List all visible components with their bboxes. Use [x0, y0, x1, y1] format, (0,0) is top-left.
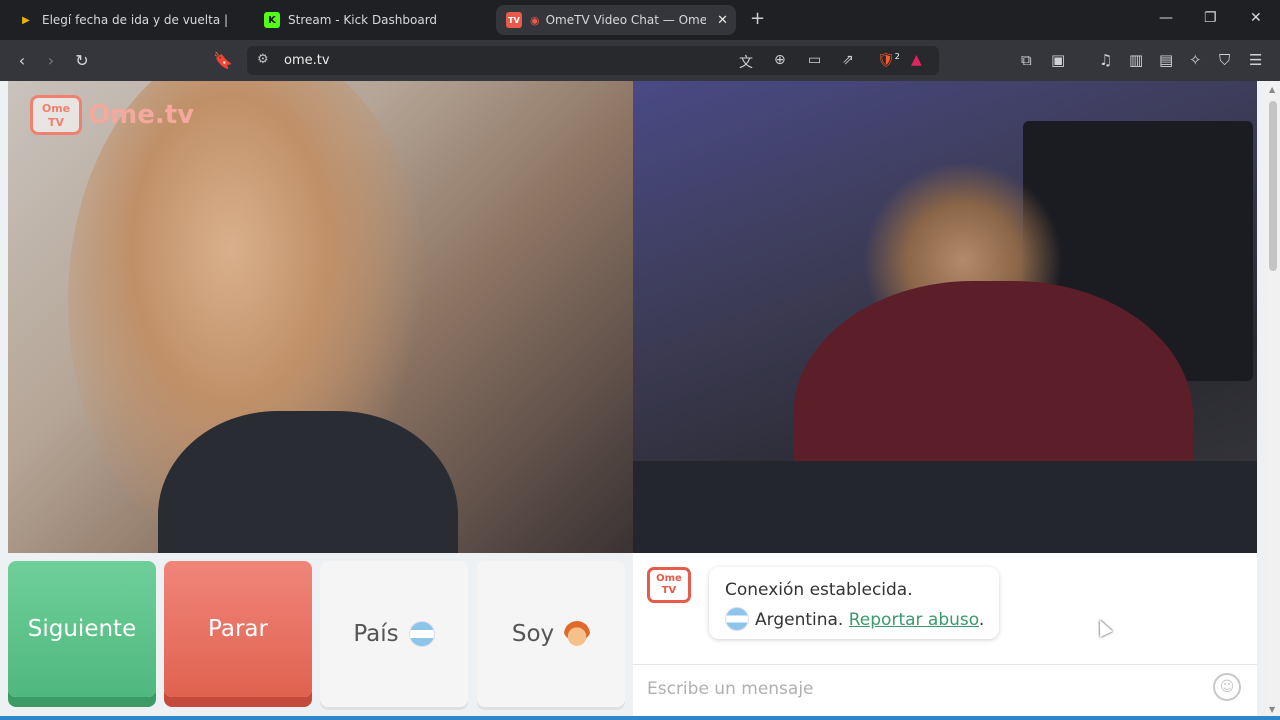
sidebar-icon[interactable]: ▥: [1129, 51, 1143, 69]
tab-title: OmeTV Video Chat — Omegle: [545, 13, 706, 27]
ometv-page: Ome TV Ome.tv Siguiente Parar País Soy Om…: [0, 81, 1280, 720]
scrollbar-thumb[interactable]: [1269, 101, 1277, 271]
desk-shape: [633, 461, 1257, 553]
page-scrollbar[interactable]: ▲ ▼: [1266, 81, 1280, 720]
tv-logo-line1: Ome: [41, 102, 71, 115]
stop-label: Parar: [208, 616, 268, 642]
chat-panel: Ome TV Conexión establecida. Argentina. R…: [633, 553, 1257, 720]
leo-ai-icon[interactable]: ✧: [1189, 51, 1202, 69]
cast-icon[interactable]: ▭: [808, 52, 821, 68]
media-icon[interactable]: ♫: [1099, 51, 1112, 69]
partner-video: Ome TV Ome.tv: [8, 81, 633, 553]
next-button[interactable]: Siguiente: [8, 561, 156, 697]
taskbar-edge: [0, 716, 1280, 720]
emoji-picker-icon[interactable]: ☺: [1213, 673, 1241, 701]
ometv-watermark: Ome TV Ome.tv: [30, 95, 194, 135]
chat-divider: [633, 664, 1257, 665]
site-settings-icon[interactable]: ⚙: [257, 52, 269, 67]
country-label: País: [353, 621, 399, 647]
gender-label: Soy: [511, 621, 555, 647]
url-text: ome.tv: [284, 53, 330, 68]
partner-shirt: [158, 411, 458, 553]
message-input[interactable]: [647, 677, 1187, 701]
tab-title: Stream - Kick Dashboard: [288, 13, 438, 27]
reload-icon[interactable]: ↻: [71, 49, 93, 71]
recording-icon: ◉: [530, 13, 540, 27]
share-icon[interactable]: ⇗: [842, 52, 854, 68]
tab-flybondi[interactable]: ▶ Elegí fecha de ida y de vuelta | Flybo…: [8, 5, 240, 35]
tv-logo-line2: TV: [47, 116, 65, 129]
flybondi-icon: ▶: [22, 14, 30, 26]
scroll-up-icon[interactable]: ▲: [1269, 85, 1275, 94]
zoom-icon[interactable]: ⊕: [774, 52, 786, 68]
brave-rewards-icon[interactable]: ▲: [911, 52, 922, 68]
system-message: Conexión establecida. Argentina. Reporta…: [709, 567, 999, 639]
extensions-icon[interactable]: ⧉: [1021, 51, 1032, 69]
country-button[interactable]: País: [320, 561, 468, 707]
chat-logo-line1: Ome: [656, 573, 682, 584]
close-window-icon[interactable]: ✕: [1250, 10, 1262, 26]
partner-country: Argentina.: [755, 610, 844, 630]
address-bar[interactable]: ⚙ ome.tv 文 ⊕ ▭ ⇗ 🛡2 ▲: [247, 46, 939, 75]
scroll-down-icon[interactable]: ▼: [1269, 705, 1275, 714]
restore-icon[interactable]: ❐: [1204, 10, 1217, 26]
ometv-icon: TV: [506, 12, 522, 28]
tab-kick[interactable]: K Stream - Kick Dashboard: [254, 5, 490, 35]
minimize-icon[interactable]: —: [1159, 10, 1173, 26]
wallet-icon[interactable]: ▤: [1159, 51, 1173, 69]
report-suffix: .: [978, 610, 985, 630]
close-tab-icon[interactable]: ✕: [717, 13, 728, 28]
wordmark: Ome.tv: [88, 100, 195, 130]
tab-ometv[interactable]: TV ◉ OmeTV Video Chat — Omegle ✕: [496, 5, 736, 35]
argentina-flag-icon: [408, 621, 435, 647]
forward-icon[interactable]: ›: [40, 49, 62, 71]
tab-title: Elegí fecha de ida y de vuelta | Flybond…: [42, 13, 230, 27]
report-abuse-link[interactable]: Reportar abuso: [849, 610, 979, 630]
back-icon[interactable]: ‹: [11, 49, 33, 71]
translate-icon[interactable]: 文: [739, 52, 753, 72]
chat-logo-line2: TV: [661, 585, 677, 596]
stop-button[interactable]: Parar: [164, 561, 312, 697]
new-tab-button[interactable]: +: [750, 10, 765, 28]
argentina-flag-icon: [725, 607, 749, 631]
next-label: Siguiente: [27, 616, 137, 642]
boy-emoji-icon: [564, 621, 591, 647]
tv-logo-icon: Ome TV: [30, 95, 82, 135]
bookmark-icon[interactable]: 🔖: [212, 49, 234, 71]
vpn-icon[interactable]: ⛉: [1219, 51, 1230, 69]
menu-icon[interactable]: ☰: [1249, 51, 1262, 69]
self-video: [633, 81, 1257, 553]
reading-list-icon[interactable]: ▣: [1051, 51, 1065, 69]
mouse-cursor: [1093, 616, 1113, 638]
partner-country-line: Argentina. Reportar abuso.: [725, 605, 999, 635]
ometv-chat-logo-icon: Ome TV: [647, 567, 691, 603]
brave-shield-icon[interactable]: 🛡2: [877, 52, 900, 69]
gender-button[interactable]: Soy: [477, 561, 625, 707]
kick-icon: K: [264, 12, 280, 28]
tab-strip: ▶ Elegí fecha de ida y de vuelta | Flybo…: [0, 0, 1280, 40]
connection-status: Conexión establecida.: [725, 580, 913, 600]
